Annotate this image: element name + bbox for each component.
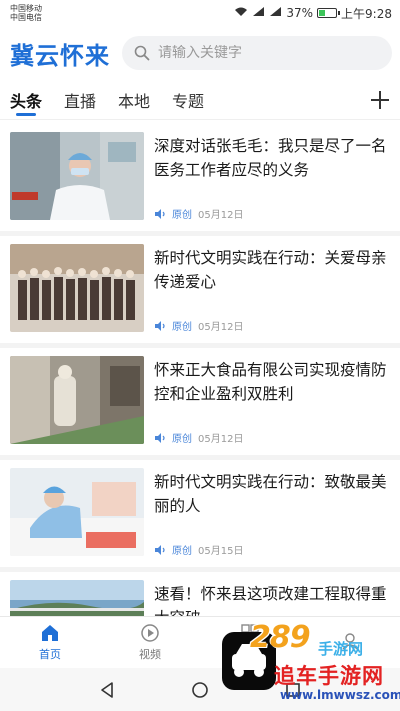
news-source: 原创 [172,434,192,445]
news-title[interactable]: 怀来正大食品有限公司实现疫情防控和企业盈利双胜利 [154,358,390,406]
video-play-icon [141,624,159,642]
news-body: 新时代文明实践在行动：关爱母亲 传递爱心 原创 05月12日 [144,244,390,337]
signal-icon-2 [269,6,282,20]
nav-home-label: 首页 [39,648,61,661]
grid-icon [241,624,259,642]
news-thumbnail [10,580,144,616]
add-tab-icon[interactable] [368,88,392,112]
signal-icon [252,6,265,20]
carrier-info: 中国移动 中国电信 [10,4,42,22]
nav-media[interactable]: 媒体 [200,617,300,668]
news-thumbnail [10,468,144,556]
nav-video[interactable]: 视频 [100,617,200,668]
news-date: 05月12日 [198,434,244,445]
news-item[interactable]: 新时代文明实践在行动：致敬最美丽的人 原创 05月15日 [0,460,400,572]
recents-icon[interactable] [284,681,302,699]
bottom-nav: 首页 视频 媒体 [0,616,400,668]
status-right: 37% 上午9:28 [234,5,392,22]
news-date: 05月12日 [198,210,244,221]
audio-icon[interactable] [154,432,166,443]
app-logo[interactable]: 冀云怀来 [10,36,110,71]
nav-profile[interactable] [300,617,400,668]
tab-headlines[interactable]: 头条 [10,80,42,120]
battery-fill [319,10,325,16]
search-icon [134,45,150,61]
news-title[interactable]: 新时代文明实践在行动：关爱母亲 传递爱心 [154,246,390,294]
app-header: 冀云怀来 [0,26,400,80]
news-source: 原创 [172,322,192,333]
news-thumbnail [10,244,144,332]
audio-icon[interactable] [154,544,166,555]
battery-percent: 37% [286,6,314,20]
news-body: 怀来正大食品有限公司实现疫情防控和企业盈利双胜利 原创 05月12日 [144,356,390,449]
news-item[interactable]: 深度对话张毛毛：我只是尽了一名医务工作者应尽的义务 原创 05月12日 [0,124,400,236]
home-circle-icon[interactable] [191,681,209,699]
news-date: 05月15日 [198,546,244,557]
news-body: 深度对话张毛毛：我只是尽了一名医务工作者应尽的义务 原创 05月12日 [144,132,390,225]
back-icon[interactable] [98,681,116,699]
search-box[interactable] [122,36,392,70]
news-meta: 原创 05月12日 [154,430,390,445]
home-icon [42,625,58,641]
clock: 上午9:28 [341,6,392,21]
news-body: 新时代文明实践在行动：致敬最美丽的人 原创 05月15日 [144,468,390,561]
news-source: 原创 [172,546,192,557]
news-body: 速看！怀来县这项改建工程取得重大突破 [144,580,390,616]
news-title[interactable]: 新时代文明实践在行动：致敬最美丽的人 [154,470,390,518]
search-input[interactable] [158,45,380,61]
news-thumbnail [10,132,144,220]
news-list: 深度对话张毛毛：我只是尽了一名医务工作者应尽的义务 原创 05月12日 新时代文… [0,124,400,616]
news-item[interactable]: 速看！怀来县这项改建工程取得重大突破 [0,572,400,616]
audio-icon[interactable] [154,320,166,331]
news-title[interactable]: 速看！怀来县这项改建工程取得重大突破 [154,582,390,616]
nav-video-label: 视频 [139,648,161,661]
news-meta: 原创 05月12日 [154,206,390,221]
system-nav-bar [0,668,400,711]
wifi-icon [234,6,248,20]
news-meta: 原创 05月15日 [154,542,390,557]
news-title[interactable]: 深度对话张毛毛：我只是尽了一名医务工作者应尽的义务 [154,134,390,182]
news-source: 原创 [172,210,192,221]
carrier-1: 中国移动 [10,4,42,13]
status-bar: 中国移动 中国电信 37% 上午9:28 [0,0,400,26]
news-thumbnail [10,356,144,444]
nav-home[interactable]: 首页 [0,617,100,668]
news-date: 05月12日 [198,322,244,333]
news-meta: 原创 05月12日 [154,318,390,333]
tab-topics[interactable]: 专题 [172,80,204,120]
tab-local[interactable]: 本地 [118,80,150,120]
tab-bar: 头条 直播 本地 专题 [0,80,400,120]
news-item[interactable]: 怀来正大食品有限公司实现疫情防控和企业盈利双胜利 原创 05月12日 [0,348,400,460]
nav-media-label: 媒体 [239,648,261,661]
news-item[interactable]: 新时代文明实践在行动：关爱母亲 传递爱心 原创 05月12日 [0,236,400,348]
user-icon [342,633,358,650]
battery-icon [317,8,341,18]
audio-icon[interactable] [154,208,166,219]
tab-live[interactable]: 直播 [64,80,96,120]
carrier-2: 中国电信 [10,13,42,22]
